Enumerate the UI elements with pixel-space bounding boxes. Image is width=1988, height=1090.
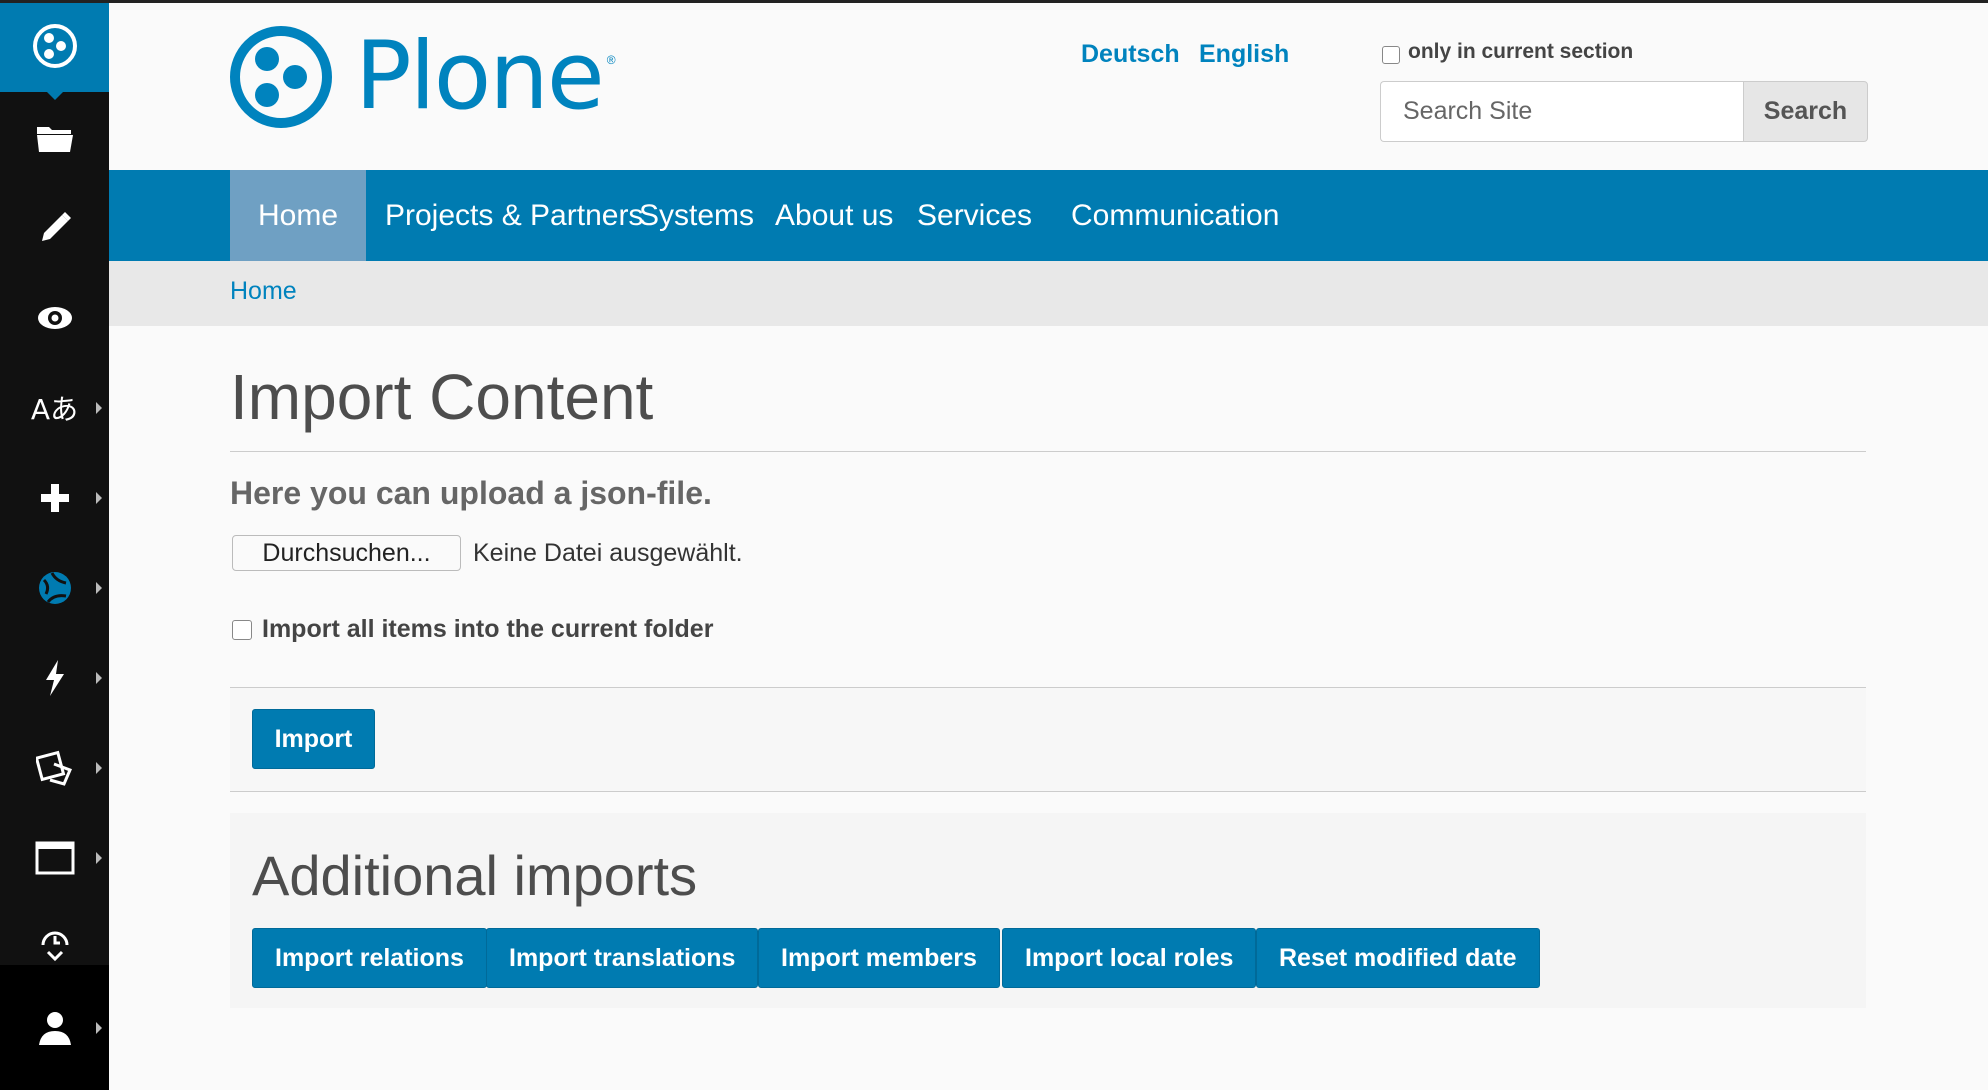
search-button[interactable]: Search bbox=[1743, 81, 1868, 142]
window-icon bbox=[35, 841, 74, 875]
toolbar-history-button[interactable] bbox=[0, 925, 109, 965]
plus-icon bbox=[40, 484, 69, 512]
checkbox-box[interactable] bbox=[232, 619, 252, 640]
checkbox-box[interactable] bbox=[1382, 46, 1400, 64]
nav-item-communication[interactable]: Communication bbox=[1043, 170, 1307, 261]
toolbar-folder-button[interactable] bbox=[0, 93, 109, 183]
title-divider bbox=[230, 451, 1866, 452]
toolbar-add-button[interactable] bbox=[0, 453, 109, 543]
upload-description: Here you can upload a json-file. bbox=[230, 475, 712, 511]
globe-icon bbox=[38, 572, 71, 604]
chevron-right-icon bbox=[96, 672, 102, 684]
only-current-section-checkbox[interactable]: only in current section bbox=[1382, 40, 1633, 64]
import-into-current-folder-label: Import all items into the current folder bbox=[262, 615, 714, 643]
import-into-current-folder-checkbox[interactable]: Import all items into the current folder bbox=[232, 615, 713, 644]
display-icon bbox=[35, 750, 72, 786]
main-navigation: Home Projects & Partners Systems About u… bbox=[109, 170, 1988, 261]
site-logo[interactable]: Plone ® bbox=[229, 25, 616, 129]
plone-toolbar: Aあ bbox=[0, 0, 109, 1090]
file-status-text: Keine Datei ausgewählt. bbox=[473, 539, 743, 567]
plone-logo-icon bbox=[32, 24, 77, 68]
search-input[interactable] bbox=[1380, 81, 1743, 142]
chevron-right-icon bbox=[96, 762, 102, 774]
clock-icon bbox=[41, 931, 68, 945]
import-local-roles-button[interactable]: Import local roles bbox=[1002, 928, 1257, 988]
toolbar-edit-button[interactable] bbox=[0, 183, 109, 273]
toolbar-view-button[interactable] bbox=[0, 273, 109, 363]
toolbar-language-button[interactable] bbox=[0, 543, 109, 633]
chevron-right-icon bbox=[96, 1021, 102, 1034]
pencil-icon bbox=[41, 212, 71, 241]
toolbar-logo-button[interactable] bbox=[0, 0, 109, 100]
import-translations-button[interactable]: Import translations bbox=[486, 928, 759, 988]
toolbar-user-button[interactable] bbox=[0, 965, 109, 1090]
additional-imports-section: Additional imports Import relations Impo… bbox=[230, 813, 1866, 1008]
lightning-icon bbox=[45, 660, 64, 696]
toolbar-manage-portlets-button[interactable] bbox=[0, 813, 109, 903]
folder-icon bbox=[36, 127, 73, 152]
breadcrumb: Home bbox=[109, 261, 1988, 326]
chevron-right-icon bbox=[96, 852, 102, 864]
user-icon bbox=[38, 1011, 71, 1045]
logo-wordmark: Plone bbox=[355, 22, 605, 131]
chevron-down-icon bbox=[46, 950, 63, 962]
top-border bbox=[0, 0, 1988, 3]
plone-logo-icon bbox=[230, 26, 332, 128]
chevron-right-icon bbox=[96, 582, 102, 594]
only-current-section-label: only in current section bbox=[1408, 40, 1634, 63]
additional-imports-title: Additional imports bbox=[252, 844, 698, 907]
chevron-right-icon bbox=[96, 492, 102, 504]
breadcrumb-home-link[interactable]: Home bbox=[230, 277, 297, 306]
nav-item-home[interactable]: Home bbox=[230, 170, 367, 261]
language-english-link[interactable]: English bbox=[1199, 40, 1289, 69]
import-members-button[interactable]: Import members bbox=[758, 928, 1000, 988]
toolbar-translate-button[interactable]: Aあ bbox=[0, 363, 109, 453]
toolbar-display-button[interactable] bbox=[0, 723, 109, 813]
import-relations-button[interactable]: Import relations bbox=[252, 928, 487, 988]
import-button[interactable]: Import bbox=[252, 709, 375, 769]
nav-item-services[interactable]: Services bbox=[889, 170, 1060, 261]
translate-icon: Aあ bbox=[30, 393, 79, 426]
file-browse-button[interactable]: Durchsuchen... bbox=[232, 535, 461, 571]
registered-mark: ® bbox=[606, 53, 616, 67]
chevron-right-icon bbox=[96, 402, 102, 414]
site-header: Plone ® Deutsch English only in current … bbox=[109, 0, 1988, 170]
form-actions: Import bbox=[230, 687, 1866, 792]
page-title: Import Content bbox=[230, 361, 654, 433]
language-deutsch-link[interactable]: Deutsch bbox=[1081, 40, 1180, 69]
toolbar-actions-button[interactable] bbox=[0, 633, 109, 723]
reset-modified-date-button[interactable]: Reset modified date bbox=[1256, 928, 1540, 988]
eye-icon bbox=[37, 307, 72, 329]
